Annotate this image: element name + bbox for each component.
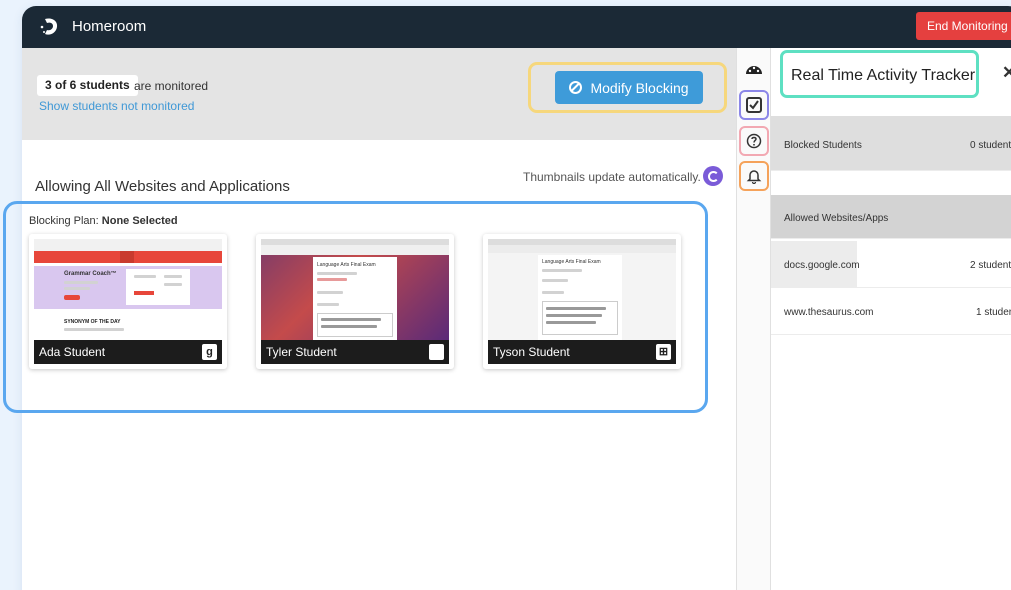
student-screen-thumbnail: Language Arts Final Exam xyxy=(488,239,676,340)
site-url: www.thesaurus.com xyxy=(784,307,874,318)
app-brand: Homeroom xyxy=(72,18,147,35)
blocked-students-count: 0 student xyxy=(970,140,1011,151)
modify-blocking-label: Modify Blocking xyxy=(590,79,689,96)
student-name-bar: Tyson Student ⊞ xyxy=(488,340,676,364)
site-count: 1 studer xyxy=(976,307,1011,318)
apple-icon xyxy=(429,344,444,360)
blocked-students-row[interactable]: Blocked Students 0 student xyxy=(771,116,1011,171)
student-card-ada[interactable]: Grammar Coach™ SYNONYM OF THE DAY Ada St… xyxy=(29,234,227,369)
tracker-title-highlight: Real Time Activity Tracker xyxy=(780,50,979,98)
student-screen-thumbnail: Language Arts Final Exam xyxy=(261,239,449,340)
student-name: Ada Student xyxy=(39,345,106,359)
monitor-header: 3 of 6 students are monitored Show stude… xyxy=(22,48,736,140)
show-unmonitored-link[interactable]: Show students not monitored xyxy=(39,99,194,113)
site-url: docs.google.com xyxy=(784,260,860,271)
student-card-tyson[interactable]: Language Arts Final Exam Tyson Student ⊞ xyxy=(483,234,681,369)
allowed-sites-header: Allowed Websites/Apps xyxy=(771,195,1011,239)
blocking-plan-label: Blocking Plan: None Selected xyxy=(29,215,178,227)
tool-sidebar xyxy=(736,48,771,590)
close-icon[interactable]: ✕ xyxy=(1002,63,1011,83)
student-name: Tyson Student xyxy=(493,345,570,359)
student-name-bar: Ada Student g xyxy=(34,340,222,364)
modify-blocking-button[interactable]: Modify Blocking xyxy=(555,71,703,104)
block-icon xyxy=(569,81,583,94)
dashboard-icon[interactable] xyxy=(739,54,769,84)
monitored-text: are monitored xyxy=(134,79,209,93)
site-count: 2 student xyxy=(970,260,1011,271)
blocking-plan-value: None Selected xyxy=(101,215,178,227)
allow-status-title: Allowing All Websites and Applications xyxy=(35,178,290,195)
help-icon[interactable] xyxy=(739,126,769,156)
end-monitoring-button[interactable]: End Monitoring xyxy=(916,12,1011,40)
bell-icon[interactable] xyxy=(739,161,769,191)
google-icon: g xyxy=(202,344,217,360)
student-screen-thumbnail: Grammar Coach™ SYNONYM OF THE DAY xyxy=(34,239,222,340)
windows-icon: ⊞ xyxy=(656,344,671,360)
modify-blocking-highlight: Modify Blocking xyxy=(528,62,727,113)
blocked-students-label: Blocked Students xyxy=(784,140,862,151)
student-card-tyler[interactable]: Language Arts Final Exam Tyler Student xyxy=(256,234,454,369)
monitored-count-badge: 3 of 6 students xyxy=(37,75,138,96)
refresh-icon[interactable] xyxy=(703,166,723,186)
site-row[interactable]: www.thesaurus.com 1 studer xyxy=(771,288,1011,335)
checkbox-icon[interactable] xyxy=(739,90,769,120)
tracker-title: Real Time Activity Tracker xyxy=(791,67,976,84)
thumbnail-note: Thumbnails update automatically. xyxy=(523,170,701,184)
activity-tracker: Real Time Activity Tracker ✕ Blocked Stu… xyxy=(771,48,1011,590)
homeroom-logo-icon xyxy=(40,18,58,35)
allowed-sites-label: Allowed Websites/Apps xyxy=(784,213,889,224)
student-name-bar: Tyler Student xyxy=(261,340,449,364)
site-row[interactable]: docs.google.com 2 student xyxy=(771,241,1011,288)
top-bar: Homeroom End Monitoring xyxy=(22,6,1011,48)
student-name: Tyler Student xyxy=(266,345,337,359)
